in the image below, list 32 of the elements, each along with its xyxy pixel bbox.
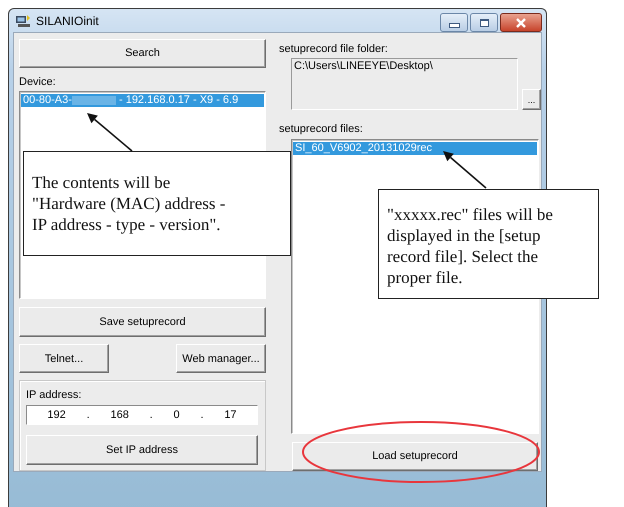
callout-text: "xxxxx.rec" files will be displayed in the [setup record file]. Select the proper file. (378, 189, 599, 299)
ip-octet: 0 (174, 409, 180, 422)
minimize-button[interactable] (440, 13, 468, 32)
ip-octet: 192 (47, 409, 66, 422)
maximize-icon (480, 18, 488, 26)
load-setuprecord-button[interactable]: Load setuprecord (292, 442, 538, 471)
app-icon (15, 14, 31, 28)
device-label: Device: (19, 76, 57, 89)
ip-octet: 168 (110, 409, 129, 422)
callout-text: The contents will be "Hardware (MAC) address - IP address - type - version". (23, 151, 291, 256)
browse-button[interactable]: ... (522, 89, 541, 110)
ip-separator: . (200, 409, 204, 422)
ip-address-field[interactable]: 192 . 168 . 0 . 17 (26, 405, 258, 426)
ip-separator: . (150, 409, 153, 422)
close-button[interactable] (500, 13, 542, 32)
ip-octet: 17 (224, 409, 237, 422)
folder-label: setuprecord file folder: (279, 43, 389, 56)
telnet-button[interactable]: Telnet... (19, 344, 109, 374)
window-title: SILANIOinit (36, 14, 100, 28)
close-icon (515, 18, 527, 28)
ip-separator: . (86, 409, 90, 422)
minimize-icon (448, 22, 460, 28)
save-setuprecord-button[interactable]: Save setuprecord (19, 307, 266, 338)
ip-address-label: IP address: (26, 389, 82, 402)
web-manager-button[interactable]: Web manager... (176, 344, 266, 374)
arrow (443, 151, 487, 189)
files-label: setuprecord files: (279, 123, 364, 136)
search-button[interactable]: Search (19, 39, 266, 68)
folder-path-field[interactable]: C:\Users\LINEEYE\Desktop\ (291, 58, 518, 110)
maximize-button[interactable] (470, 13, 498, 32)
set-ip-address-button[interactable]: Set IP address (26, 435, 258, 466)
arrow (87, 113, 133, 152)
